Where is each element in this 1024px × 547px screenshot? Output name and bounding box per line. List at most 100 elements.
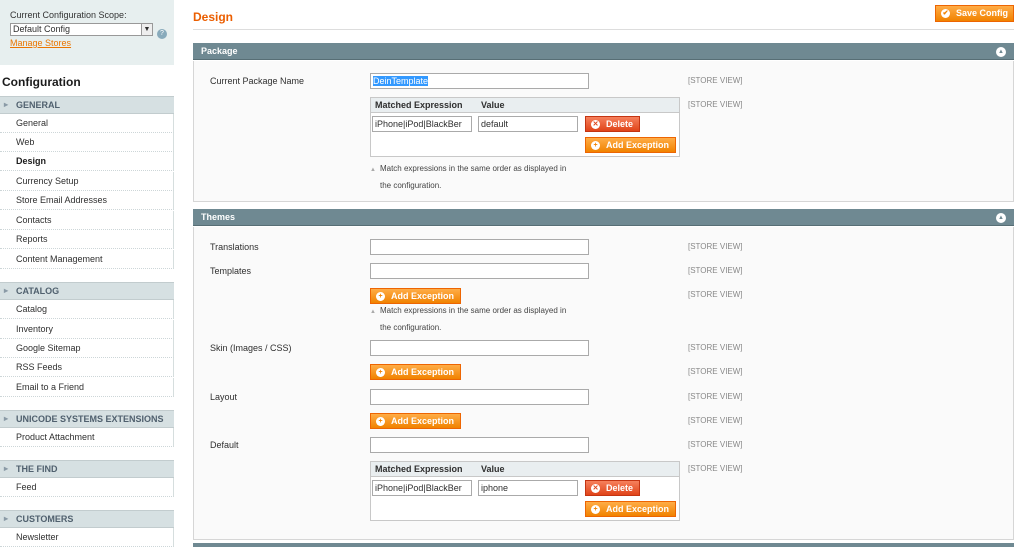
sidebar-item-content[interactable]: Content Management [0,250,174,269]
current-package-input[interactable]: DeinTemplate [370,73,589,89]
group-general[interactable]: GENERAL [0,96,174,114]
collapse-icon[interactable]: ▲ [996,213,1006,223]
translations-input[interactable] [370,239,589,255]
current-package-label: Current Package Name [210,76,305,86]
value-header: Value [481,464,505,474]
manage-stores-link[interactable]: Manage Stores [10,38,174,48]
value-input[interactable]: iphone [478,480,578,496]
sidebar-item-inventory[interactable]: Inventory [0,320,174,339]
skin-add-exception-button[interactable]: + Add Exception [370,364,461,380]
skin-label: Skin (Images / CSS) [210,343,292,353]
delete-label: Delete [606,483,634,493]
matched-expression-header: Matched Expression [375,464,463,474]
package-section-header[interactable]: Package ▲ [193,43,1014,60]
layout-label: Layout [210,392,238,402]
sidebar-item-contacts[interactable]: Contacts [0,211,174,230]
sidebar-item-product-attachment[interactable]: Product Attachment [0,428,174,447]
next-section-header [193,543,1014,547]
sidebar-item-feed[interactable]: Feed [0,478,174,497]
plus-icon: + [376,368,385,377]
sidebar-item-web[interactable]: Web [0,133,174,152]
delete-label: Delete [606,119,634,129]
themes-section-header[interactable]: Themes ▲ [193,209,1014,226]
plus-icon: + [376,417,385,426]
note-line-1: Match expressions in the same order as d… [379,306,567,315]
scope-select-value: Default Config [13,24,71,34]
templates-note: ▲ Match expressions in the same order as … [370,303,590,335]
store-view-scope: [STORE VIEW] [688,416,743,425]
store-view-scope: [STORE VIEW] [688,392,743,401]
delete-icon: ✕ [591,484,600,493]
store-view-scope: [STORE VIEW] [688,440,743,449]
themes-header-label: Themes [201,212,236,222]
help-icon[interactable]: ? [157,29,167,39]
sidebar-item-sitemap[interactable]: Google Sitemap [0,339,174,358]
save-config-label: Save Config [956,8,1009,18]
note-line-1: Match expressions in the same order as d… [379,164,567,173]
store-view-scope: [STORE VIEW] [688,343,743,352]
collapse-icon[interactable]: ▲ [996,47,1006,57]
group-unicode[interactable]: UNICODE SYSTEMS EXTENSIONS [0,410,174,428]
configuration-title: Configuration [2,75,81,89]
group-customers[interactable]: CUSTOMERS [0,510,174,528]
note-line-2: the configuration. [380,323,442,332]
matched-expression-input[interactable]: iPhone|iPod|BlackBer [372,116,472,132]
current-package-value: DeinTemplate [373,76,429,86]
matched-expression-input[interactable]: iPhone|iPod|BlackBer [372,480,472,496]
default-input[interactable] [370,437,589,453]
skin-input[interactable] [370,340,589,356]
plus-icon: + [376,292,385,301]
layout-input[interactable] [370,389,589,405]
store-view-scope: [STORE VIEW] [688,76,743,85]
store-view-scope: [STORE VIEW] [688,100,743,109]
plus-icon: + [591,141,600,150]
value-header: Value [481,100,505,110]
templates-input[interactable] [370,263,589,279]
scope-switcher: Current Configuration Scope: Default Con… [0,0,174,65]
sidebar-item-email-friend[interactable]: Email to a Friend [0,378,174,397]
delete-button[interactable]: ✕ Delete [585,116,640,132]
grid-header: Matched Expression Value [371,98,679,113]
translations-label: Translations [210,242,259,252]
sidebar-item-currency[interactable]: Currency Setup [0,172,174,191]
sidebar-item-general[interactable]: General [0,114,174,133]
sidebar-item-store-email[interactable]: Store Email Addresses [0,191,174,210]
delete-button[interactable]: ✕ Delete [585,480,640,496]
check-icon: ✔ [941,9,950,18]
plus-icon: + [591,505,600,514]
package-note: ▲ Match expressions in the same order as … [370,161,590,193]
matched-expression-header: Matched Expression [375,100,463,110]
note-line-2: the configuration. [380,181,442,190]
store-view-scope: [STORE VIEW] [688,464,743,473]
grid-header: Matched Expression Value [371,462,679,477]
sidebar-item-rss[interactable]: RSS Feeds [0,358,174,377]
sidebar-item-newsletter[interactable]: Newsletter [0,528,174,547]
add-exception-button[interactable]: + Add Exception [585,137,676,153]
scope-select[interactable]: Default Config ▼ [10,23,153,36]
add-exception-label: Add Exception [606,140,670,150]
templates-add-exception-button[interactable]: + Add Exception [370,288,461,304]
add-exception-label: Add Exception [391,367,455,377]
add-exception-label: Add Exception [391,416,455,426]
chevron-down-icon: ▼ [141,24,152,35]
add-exception-label: Add Exception [606,504,670,514]
group-the-find[interactable]: THE FIND [0,460,174,478]
sidebar-item-reports[interactable]: Reports [0,230,174,249]
sidebar-item-design[interactable]: Design [0,152,174,171]
store-view-scope: [STORE VIEW] [688,290,743,299]
sidebar: Current Configuration Scope: Default Con… [0,0,174,547]
sidebar-item-catalog[interactable]: Catalog [0,300,174,319]
add-exception-label: Add Exception [391,291,455,301]
title-divider [193,29,1014,30]
save-config-button[interactable]: ✔ Save Config [935,5,1014,22]
default-label: Default [210,440,239,450]
store-view-scope: [STORE VIEW] [688,367,743,376]
templates-label: Templates [210,266,252,276]
store-view-scope: [STORE VIEW] [688,266,743,275]
add-exception-button[interactable]: + Add Exception [585,501,676,517]
value-input[interactable]: default [478,116,578,132]
delete-icon: ✕ [591,120,600,129]
layout-add-exception-button[interactable]: + Add Exception [370,413,461,429]
triangle-icon: ▲ [370,167,376,173]
group-catalog[interactable]: CATALOG [0,282,174,300]
